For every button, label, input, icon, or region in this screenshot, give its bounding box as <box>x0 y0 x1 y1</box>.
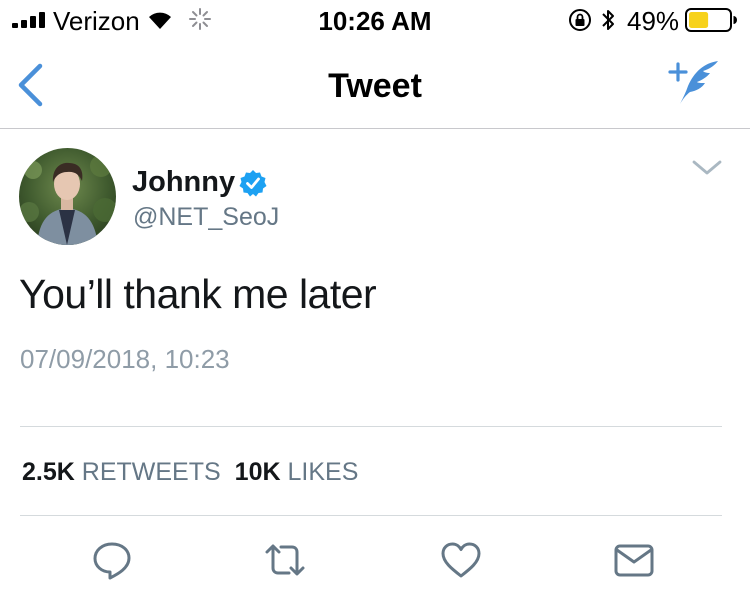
battery-percent: 49% <box>627 6 680 36</box>
status-bar: Verizon 10:26 AM 49% <box>0 0 750 40</box>
retweet-icon <box>265 544 305 576</box>
like-icon <box>441 542 481 578</box>
reply-button[interactable] <box>91 540 133 580</box>
avatar[interactable] <box>19 148 116 245</box>
divider <box>20 515 722 516</box>
likes-label: LIKES <box>287 458 359 486</box>
battery-icon <box>685 8 737 32</box>
retweet-button[interactable] <box>264 540 306 580</box>
compose-tweet-icon[interactable] <box>668 58 724 108</box>
direct-message-button[interactable] <box>613 540 655 580</box>
chevron-down-icon[interactable] <box>690 157 724 179</box>
likes-count: 10K <box>234 458 281 486</box>
display-name[interactable]: Johnny <box>132 165 235 199</box>
direct-message-icon <box>614 544 654 577</box>
avatar-photo <box>19 148 116 245</box>
retweets-count: 2.5K <box>22 458 75 486</box>
likes-stat[interactable]: 10K LIKES <box>235 457 359 487</box>
page-title: Tweet <box>328 67 422 105</box>
bluetooth-icon <box>602 10 614 30</box>
tweet-timestamp: 07/09/2018, 10:23 <box>20 344 230 374</box>
user-handle[interactable]: @NET_SeoJ <box>133 202 279 232</box>
reply-icon <box>93 542 131 580</box>
retweets-label: RETWEETS <box>81 458 221 486</box>
navigation-bar: Tweet <box>0 40 750 129</box>
orientation-lock-icon <box>569 9 591 31</box>
divider <box>20 426 722 427</box>
tweet-stats: 2.5K RETWEETS 10K LIKES <box>22 457 358 487</box>
like-button[interactable] <box>440 540 482 580</box>
verified-badge-icon <box>239 170 267 197</box>
tweet-text: You’ll thank me later <box>19 271 377 317</box>
retweets-stat[interactable]: 2.5K RETWEETS <box>22 457 221 487</box>
